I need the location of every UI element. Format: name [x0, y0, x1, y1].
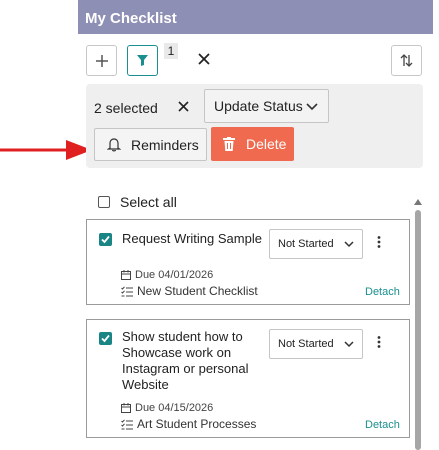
- bell-icon: [107, 138, 121, 152]
- chevron-down-icon: [306, 103, 318, 111]
- item-due-text: Due 04/01/2026: [135, 269, 214, 281]
- trash-icon: [223, 137, 235, 151]
- scrollbar-thumb[interactable]: [415, 210, 421, 450]
- item-checklist-name: New Student Checklist: [121, 284, 258, 298]
- update-status-dropdown[interactable]: Update Status: [204, 89, 329, 123]
- scroll-up-arrow-icon[interactable]: [414, 198, 422, 206]
- reminders-label: Reminders: [131, 137, 199, 153]
- item-checklist-text: Art Student Processes: [137, 417, 257, 431]
- list-check-icon: [121, 418, 133, 429]
- scrollbar[interactable]: [414, 198, 422, 450]
- detach-link[interactable]: Detach: [365, 286, 400, 298]
- item-due-date: Due 04/15/2026: [121, 402, 213, 414]
- list-item: Show student how to Showcase work on Ins…: [86, 319, 410, 438]
- item-checklist-text: New Student Checklist: [137, 284, 258, 298]
- list-check-icon: [121, 285, 133, 296]
- sort-icon: [400, 54, 413, 67]
- panel-title: My Checklist: [78, 0, 433, 34]
- add-button[interactable]: [86, 45, 117, 76]
- reminders-button[interactable]: Reminders: [94, 128, 207, 161]
- close-icon: [178, 101, 189, 112]
- delete-button[interactable]: Delete: [211, 127, 294, 161]
- checkbox-empty[interactable]: [98, 196, 110, 208]
- list-item: Request Writing Sample Not Started Due 0…: [86, 219, 410, 305]
- item-checklist-name: Art Student Processes: [121, 417, 256, 431]
- item-status-dropdown[interactable]: Not Started: [269, 229, 363, 259]
- select-all-label: Select all: [120, 194, 177, 210]
- item-checkbox-checked[interactable]: [99, 332, 112, 345]
- detach-link[interactable]: Detach: [365, 419, 400, 431]
- filter-count-badge: 1: [164, 43, 178, 59]
- item-title: Show student how to Showcase work on Ins…: [122, 329, 249, 392]
- calendar-icon: [121, 403, 131, 413]
- toolbar: 1: [78, 34, 433, 78]
- filter-button[interactable]: [127, 45, 158, 76]
- select-all-checkbox[interactable]: Select all: [98, 194, 177, 210]
- checklist-panel: My Checklist 1 2 selected Update Status …: [78, 0, 433, 450]
- chevron-down-icon: [344, 241, 354, 248]
- selected-count: 2 selected: [94, 100, 158, 116]
- item-title: Request Writing Sample: [122, 231, 262, 246]
- plus-icon: [95, 54, 108, 67]
- more-vertical-icon: [377, 236, 381, 248]
- delete-label: Delete: [246, 136, 287, 152]
- chevron-down-icon: [344, 341, 354, 348]
- clear-filter-button[interactable]: [198, 49, 210, 70]
- more-vertical-icon: [377, 336, 381, 348]
- item-more-menu-button[interactable]: [377, 235, 381, 251]
- check-icon: [101, 235, 110, 244]
- item-due-date: Due 04/01/2026: [121, 269, 213, 281]
- item-due-text: Due 04/15/2026: [135, 402, 214, 414]
- item-status-value: Not Started: [278, 338, 334, 350]
- item-status-value: Not Started: [278, 238, 334, 250]
- check-icon: [101, 334, 110, 343]
- update-status-label: Update Status: [214, 98, 303, 114]
- item-more-menu-button[interactable]: [377, 335, 381, 351]
- item-status-dropdown[interactable]: Not Started: [269, 329, 363, 359]
- page: My Checklist 1 2 selected Update Status …: [0, 0, 439, 450]
- item-checkbox-checked[interactable]: [99, 233, 112, 246]
- close-icon: [198, 53, 210, 65]
- calendar-icon: [121, 270, 131, 280]
- bulk-action-bar: 2 selected Update Status Reminders Delet…: [86, 84, 423, 168]
- sort-button[interactable]: [391, 45, 422, 76]
- filter-icon: [137, 55, 148, 66]
- clear-selection-button[interactable]: [178, 97, 189, 117]
